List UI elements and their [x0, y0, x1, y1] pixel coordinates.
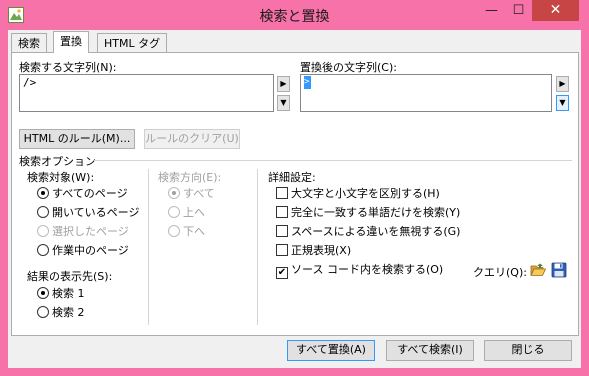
direction-all[interactable]: すべて — [168, 187, 215, 202]
search-label: 検索する文字列(N): — [19, 61, 117, 74]
advanced-settings-label: 詳細設定: — [268, 171, 316, 184]
radio-icon — [37, 206, 49, 218]
options-divider — [94, 160, 572, 161]
dialog-client: 検索 置換 HTML タグ 検索する文字列(N): /> ▶ ▼ 置換後の文字列… — [8, 30, 581, 368]
tab-replace[interactable]: 置換 — [53, 31, 89, 53]
radio-icon — [168, 187, 180, 199]
clear-rules-button[interactable]: ルールのクリア(U) — [144, 129, 240, 149]
maximize-button[interactable]: ☐ — [505, 0, 532, 21]
direction-down[interactable]: 下へ — [168, 225, 205, 240]
checkbox-search-source[interactable]: ✔ ソース コード内を検索する(O) — [276, 263, 443, 279]
checkbox-icon — [276, 225, 288, 237]
radio-icon — [37, 244, 49, 256]
checkbox-icon — [276, 187, 288, 199]
radio-icon — [37, 225, 49, 237]
close-window-button[interactable]: ✕ — [532, 0, 579, 21]
dialog-window: 検索と置換 — ☐ ✕ 検索 置換 HTML タグ 検索する文字列(N): />… — [0, 0, 589, 376]
column-divider-2 — [257, 169, 258, 325]
checkbox-icon — [276, 244, 288, 256]
search-history-dropdown[interactable]: ▼ — [277, 95, 290, 111]
text-cursor: > — [304, 76, 311, 89]
radio-icon — [37, 306, 49, 318]
title-bar[interactable]: 検索と置換 — ☐ ✕ — [0, 0, 589, 30]
radio-icon — [37, 287, 49, 299]
radio-icon — [168, 225, 180, 237]
close-button[interactable]: 閉じる — [484, 340, 572, 361]
target-current-page[interactable]: 作業中のページ — [37, 244, 129, 259]
direction-up[interactable]: 上へ — [168, 206, 205, 221]
search-special-chars-button[interactable]: ▶ — [277, 76, 290, 92]
checkbox-whole-word[interactable]: 完全に一致する単語だけを検索(Y) — [276, 206, 460, 221]
search-direction-label: 検索方向(E): — [158, 171, 222, 184]
tab-html-tag[interactable]: HTML タグ — [97, 33, 168, 53]
checkbox-icon — [276, 206, 288, 218]
replace-input[interactable]: > — [300, 74, 552, 112]
search-input[interactable]: /> — [19, 74, 274, 112]
replace-special-chars-button[interactable]: ▶ — [556, 76, 569, 92]
results-label: 結果の表示先(S): — [27, 270, 113, 283]
replace-all-button[interactable]: すべて置換(A) — [287, 340, 375, 361]
search-target-label: 検索対象(W): — [27, 171, 95, 184]
target-all-pages[interactable]: すべてのページ — [37, 187, 128, 202]
save-icon[interactable] — [551, 262, 567, 278]
query-label: クエリ(Q): — [473, 266, 527, 279]
minimize-button[interactable]: — — [478, 0, 505, 21]
radio-icon — [168, 206, 180, 218]
checkmark-icon: ✔ — [276, 267, 288, 279]
radio-icon — [37, 187, 49, 199]
target-open-pages[interactable]: 開いているページ — [37, 206, 139, 221]
open-folder-icon[interactable] — [530, 262, 546, 278]
checkbox-ignore-whitespace[interactable]: スペースによる違いを無視する(G) — [276, 225, 460, 240]
column-divider-1 — [148, 169, 149, 325]
results-search-2[interactable]: 検索 2 — [37, 306, 85, 321]
replace-label: 置換後の文字列(C): — [300, 61, 397, 74]
search-value: /> — [23, 76, 37, 89]
replace-panel: 検索する文字列(N): /> ▶ ▼ 置換後の文字列(C): > ▶ ▼ HTM… — [11, 52, 579, 336]
find-all-button[interactable]: すべて検索(I) — [386, 340, 474, 361]
html-rules-button[interactable]: HTML のルール(M)... — [19, 129, 135, 149]
target-selected-pages[interactable]: 選択したページ — [37, 225, 129, 240]
replace-history-dropdown[interactable]: ▼ — [556, 95, 569, 111]
results-search-1[interactable]: 検索 1 — [37, 287, 85, 302]
search-options-heading: 検索オプション — [19, 155, 96, 168]
checkbox-match-case[interactable]: 大文字と小文字を区別する(H) — [276, 187, 440, 202]
tab-search[interactable]: 検索 — [11, 33, 47, 53]
checkbox-regex[interactable]: 正規表現(X) — [276, 244, 351, 259]
